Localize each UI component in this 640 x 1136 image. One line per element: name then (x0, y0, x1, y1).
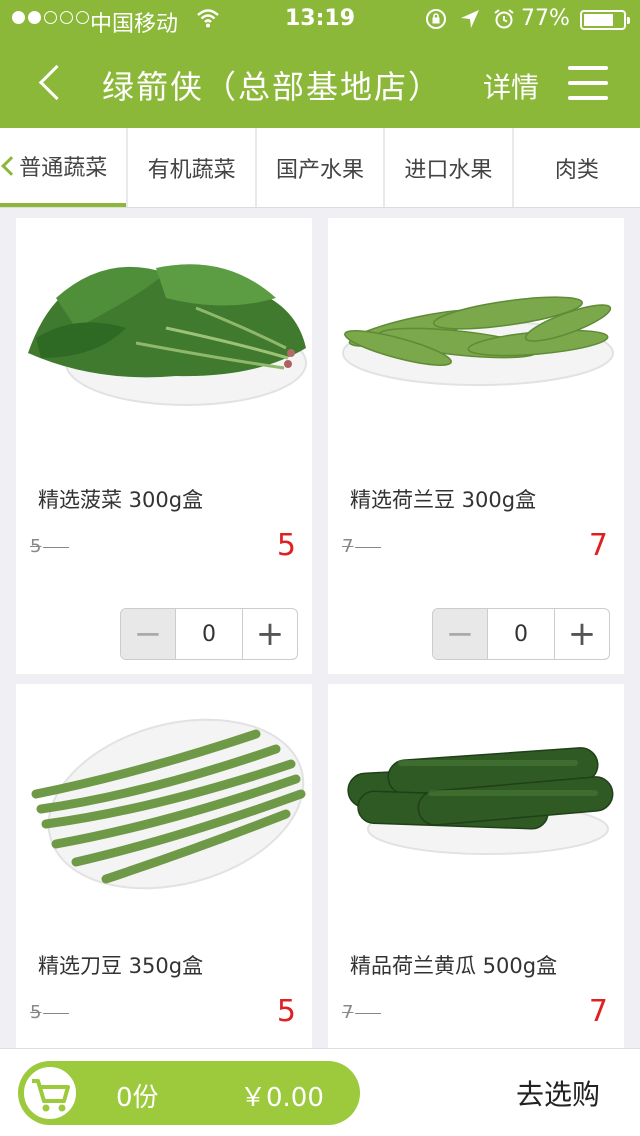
location-icon (461, 10, 479, 28)
battery-icon (580, 10, 630, 30)
shopping-cart-icon[interactable] (20, 1063, 80, 1123)
battery-percentage: 77% (521, 6, 570, 31)
quantity-stepper: − 0 + (120, 608, 298, 660)
tab-meat[interactable]: 肉类 (513, 128, 640, 207)
tab-imported-fruit[interactable]: 进口水果 (385, 128, 512, 207)
original-price: 5 (30, 1002, 69, 1023)
battery-level-fill (584, 14, 613, 26)
cart-summary[interactable]: 0份 ￥0.00 (18, 1061, 360, 1125)
product-name: 精品荷兰黄瓜 500g盒 (350, 954, 558, 978)
product-name: 精选刀豆 350g盒 (38, 954, 204, 978)
sale-price: 7 (588, 994, 608, 1029)
sale-price: 5 (276, 994, 296, 1029)
rotation-lock-icon (426, 9, 446, 29)
tab-organic-vegetables[interactable]: 有机蔬菜 (128, 128, 255, 207)
product-name: 精选荷兰豆 300g盒 (350, 488, 537, 512)
original-price: 5 (30, 536, 69, 557)
app-header: 中国移动 13:19 77% 绿箭侠（总部基地店） 详情 (0, 0, 640, 128)
decrease-button[interactable]: − (121, 609, 175, 659)
cart-bar: 0份 ￥0.00 去选购 (0, 1048, 640, 1136)
alarm-icon (494, 9, 514, 29)
snow-peas-image (342, 296, 614, 386)
tab-label: 普通蔬菜 (19, 155, 108, 181)
category-tabs: 普通蔬菜 有机蔬菜 国产水果 进口水果 肉类 (0, 128, 640, 208)
store-title: 绿箭侠（总部基地店） (102, 68, 443, 106)
quantity-stepper: − 0 + (432, 608, 610, 660)
back-button[interactable] (28, 56, 76, 112)
navigation-bar: 绿箭侠（总部基地店） 详情 (0, 40, 640, 128)
tab-label: 国产水果 (276, 157, 365, 183)
go-shopping-button[interactable]: 去选购 (516, 1073, 600, 1113)
tab-regular-vegetables[interactable]: 普通蔬菜 (0, 128, 127, 207)
status-bar: 中国移动 13:19 77% (0, 0, 640, 40)
increase-button[interactable]: + (555, 609, 609, 659)
increase-button[interactable]: + (243, 609, 297, 659)
tab-label: 进口水果 (404, 157, 493, 183)
spinach-image (28, 264, 307, 406)
sale-price: 7 (588, 528, 608, 563)
details-button[interactable]: 详情 (483, 66, 539, 106)
product-card[interactable]: 精选荷兰豆 300g盒 7 7 − 0 + (328, 218, 624, 674)
product-card[interactable]: 精选菠菜 300g盒 5 5 − 0 + (16, 218, 312, 674)
sale-price: 5 (276, 528, 296, 563)
original-price: 7 (342, 536, 381, 557)
tab-label: 肉类 (554, 157, 599, 183)
cucumber-image (347, 747, 614, 855)
tab-label: 有机蔬菜 (147, 157, 236, 183)
cart-item-count: 0份 (116, 1083, 159, 1113)
chevron-left-icon[interactable] (1, 156, 21, 176)
menu-icon[interactable] (566, 64, 610, 104)
quantity-value[interactable]: 0 (175, 609, 243, 659)
cart-total: ￥0.00 (240, 1083, 324, 1113)
original-price: 7 (342, 1002, 381, 1023)
decrease-button[interactable]: − (433, 609, 487, 659)
quantity-value[interactable]: 0 (487, 609, 555, 659)
green-beans-image (31, 718, 306, 890)
tab-domestic-fruit[interactable]: 国产水果 (256, 128, 384, 207)
product-name: 精选菠菜 300g盒 (38, 488, 204, 512)
